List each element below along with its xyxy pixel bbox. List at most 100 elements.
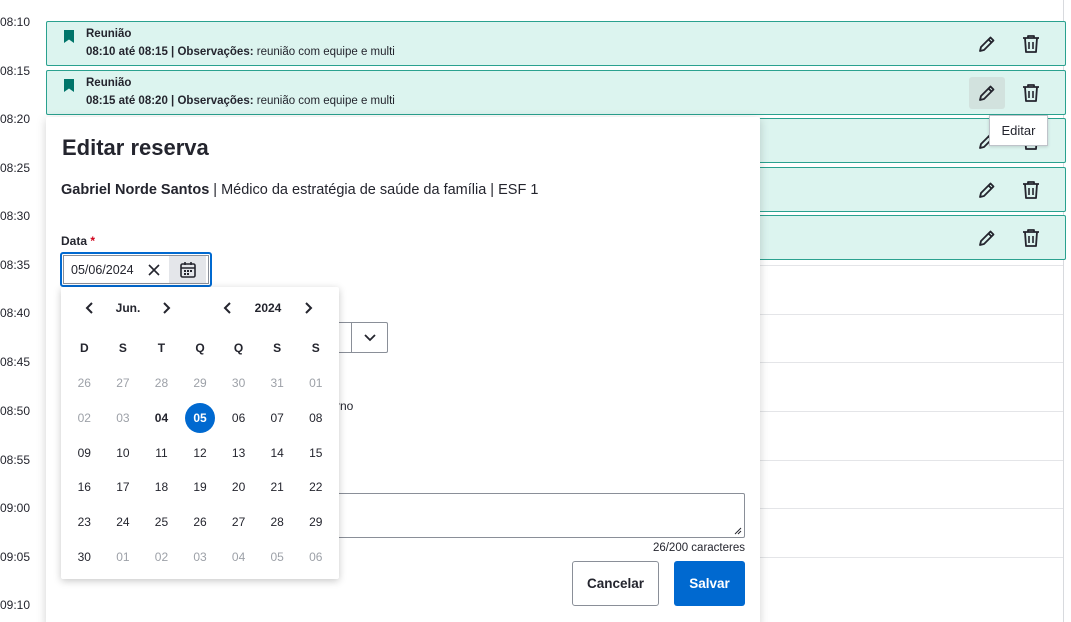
- chevron-left-icon: [223, 302, 231, 314]
- time-label: 09:05: [0, 550, 31, 564]
- edit-tooltip: Editar: [989, 115, 1048, 146]
- calendar-day[interactable]: 26: [65, 367, 104, 399]
- observations-textarea[interactable]: [336, 493, 745, 538]
- select-field[interactable]: [336, 322, 388, 353]
- calendar-day[interactable]: 31: [258, 367, 297, 399]
- professional-role: | Médico da estratégia de saúde da famíl…: [209, 182, 539, 198]
- delete-button[interactable]: [1013, 77, 1049, 109]
- bookmark-icon: [64, 79, 74, 92]
- booking-time-range: 08:15 até 08:20: [86, 95, 168, 107]
- calendar-day[interactable]: 30: [65, 541, 104, 573]
- delete-button[interactable]: [1013, 222, 1049, 254]
- time-label: 08:10: [0, 15, 31, 29]
- calendar-day[interactable]: 08: [296, 402, 335, 434]
- calendar-day[interactable]: 29: [181, 367, 220, 399]
- next-year-button[interactable]: [299, 298, 319, 318]
- calendar-day[interactable]: 03: [104, 402, 143, 434]
- weekday-label: D: [79, 341, 89, 355]
- calendar-day[interactable]: 02: [65, 402, 104, 434]
- calendar-day[interactable]: 11: [142, 437, 181, 469]
- calendar-week: 09 10 11 12 13 14 15: [65, 435, 335, 470]
- calendar-day[interactable]: 26: [181, 506, 220, 538]
- calendar-day[interactable]: 12: [181, 437, 220, 469]
- calendar-day[interactable]: 29: [296, 506, 335, 538]
- date-picker: Jun. 2024 DSTQQSS 26 27 28 29 30 31 01 02 03 04 05…: [61, 287, 339, 579]
- calendar-day[interactable]: 20: [219, 471, 258, 503]
- booking-slot[interactable]: Reunião 08:15 até 08:20 | Observações: r…: [46, 70, 1066, 115]
- calendar-button[interactable]: [169, 256, 206, 283]
- clear-date-button[interactable]: [143, 256, 165, 283]
- trash-icon: [1023, 35, 1039, 53]
- calendar-day[interactable]: 09: [65, 437, 104, 469]
- month-nav: Jun.: [79, 298, 177, 318]
- calendar-day[interactable]: 13: [219, 437, 258, 469]
- calendar-day[interactable]: 03: [181, 541, 220, 573]
- calendar-day[interactable]: 22: [296, 471, 335, 503]
- time-label: 09:00: [0, 501, 31, 515]
- calendar-week: 02 03 04 05 06 07 08: [65, 401, 335, 436]
- edit-button[interactable]: [969, 28, 1005, 60]
- weekday-header: DSTQQSS: [65, 330, 335, 366]
- prev-month-button[interactable]: [79, 298, 99, 318]
- calendar-day[interactable]: 27: [219, 506, 258, 538]
- edit-button[interactable]: [969, 77, 1005, 109]
- prev-year-button[interactable]: [217, 298, 237, 318]
- save-button[interactable]: Salvar: [674, 561, 745, 606]
- calendar-day[interactable]: 02: [142, 541, 181, 573]
- required-mark: *: [90, 234, 96, 248]
- calendar-day[interactable]: 28: [142, 367, 181, 399]
- calendar-day[interactable]: 07: [258, 402, 297, 434]
- pencil-icon: [979, 230, 995, 246]
- calendar-day[interactable]: 30: [219, 367, 258, 399]
- booking-title: Reunião: [86, 77, 132, 89]
- date-input[interactable]: 05/06/2024: [71, 263, 143, 277]
- edit-button[interactable]: [969, 174, 1005, 206]
- calendar-day[interactable]: 25: [142, 506, 181, 538]
- calendar-day[interactable]: 27: [104, 367, 143, 399]
- calendar-day[interactable]: 21: [258, 471, 297, 503]
- calendar-day[interactable]: 14: [258, 437, 297, 469]
- delete-button[interactable]: [1013, 174, 1049, 206]
- calendar-day[interactable]: 06: [296, 541, 335, 573]
- edit-button[interactable]: [969, 222, 1005, 254]
- calendar-day[interactable]: 10: [104, 437, 143, 469]
- date-field[interactable]: 05/06/2024: [60, 252, 212, 287]
- weekday-label: T: [157, 341, 166, 355]
- next-month-button[interactable]: [157, 298, 177, 318]
- char-counter: 26/200 caracteres: [652, 542, 745, 554]
- time-label: 08:55: [0, 453, 31, 467]
- calendar-day[interactable]: 01: [104, 541, 143, 573]
- month-label: Jun.: [115, 301, 141, 315]
- calendar-day[interactable]: 15: [296, 437, 335, 469]
- calendar-week: 23 24 25 26 27 28 29: [65, 505, 335, 540]
- calendar-day[interactable]: 18: [142, 471, 181, 503]
- calendar-day[interactable]: 16: [65, 471, 104, 503]
- timeline-times: 08:10 08:15 08:20 08:25 08:30 08:35 08:4…: [0, 0, 44, 622]
- booking-obs-text: reunião com equipe e multi: [256, 95, 395, 107]
- calendar-day[interactable]: 04: [142, 402, 181, 434]
- calendar-day[interactable]: 24: [104, 506, 143, 538]
- booking-time-range: 08:10 até 08:15: [86, 46, 168, 58]
- bookmark-icon: [64, 30, 74, 43]
- calendar-day-selected[interactable]: 05: [181, 402, 220, 434]
- calendar-day[interactable]: 04: [219, 541, 258, 573]
- resize-grip-icon[interactable]: [734, 527, 742, 535]
- cancel-button[interactable]: Cancelar: [572, 561, 659, 606]
- delete-button[interactable]: [1013, 28, 1049, 60]
- time-label: 08:50: [0, 404, 31, 418]
- weekday-label: S: [118, 341, 127, 355]
- calendar-day[interactable]: 05: [258, 541, 297, 573]
- calendar-day[interactable]: 17: [104, 471, 143, 503]
- select-toggle[interactable]: [351, 323, 387, 352]
- calendar-day[interactable]: 28: [258, 506, 297, 538]
- calendar-day[interactable]: 06: [219, 402, 258, 434]
- booking-obs-label: Observações:: [177, 95, 254, 107]
- calendar-day[interactable]: 01: [296, 367, 335, 399]
- calendar-week: 16 17 18 19 20 21 22: [65, 470, 335, 505]
- booking-detail: 08:10 até 08:15 | Observações: reunião c…: [86, 46, 395, 58]
- professional-info: Gabriel Norde Santos | Médico da estraté…: [61, 182, 538, 198]
- pencil-icon: [979, 182, 995, 198]
- calendar-day[interactable]: 23: [65, 506, 104, 538]
- booking-slot[interactable]: Reunião 08:10 até 08:15 | Observações: r…: [46, 21, 1066, 66]
- calendar-day[interactable]: 19: [181, 471, 220, 503]
